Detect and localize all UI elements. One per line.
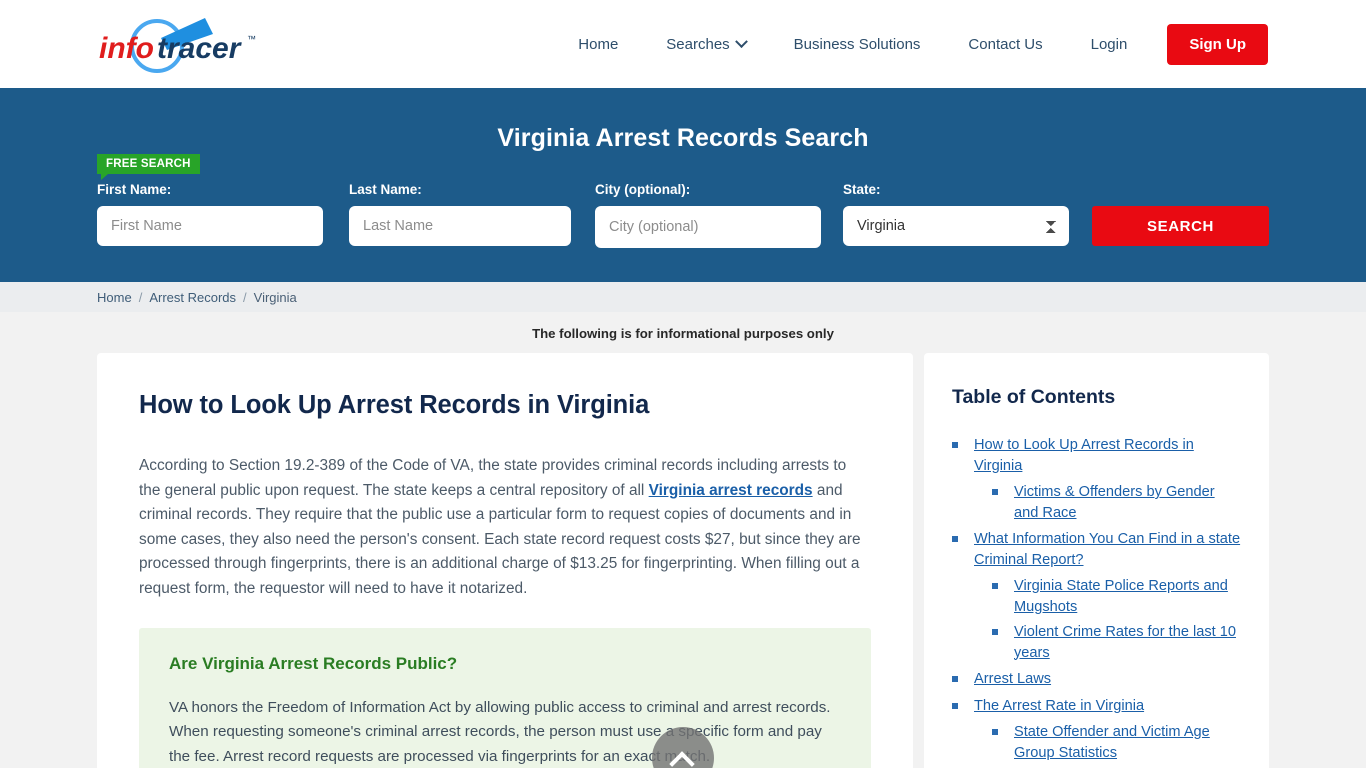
page-title: Virginia Arrest Records Search <box>497 124 869 152</box>
arrest-search-form: First Name: Last Name: City (optional): … <box>97 182 1269 248</box>
free-search-badge: FREE SEARCH <box>97 154 200 180</box>
last-name-field-group: Last Name: <box>349 182 571 246</box>
nav-item-home[interactable]: Home <box>554 26 642 63</box>
main-layout: How to Look Up Arrest Records in Virgini… <box>0 353 1366 768</box>
site-header: info tracer ™ Home Searches Business Sol… <box>0 0 1366 88</box>
nav-label: Contact Us <box>968 35 1043 53</box>
svg-text:tracer: tracer <box>157 32 243 65</box>
nav-item-contact-us[interactable]: Contact Us <box>944 26 1066 63</box>
article-card: How to Look Up Arrest Records in Virgini… <box>97 353 913 768</box>
nav-label: Business Solutions <box>793 35 921 53</box>
callout-heading: Are Virginia Arrest Records Public? <box>169 653 458 673</box>
hero-search-section: Virginia Arrest Records Search FREE SEAR… <box>0 88 1366 282</box>
first-name-label: First Name: <box>97 182 172 197</box>
last-name-input[interactable] <box>349 206 571 246</box>
state-select[interactable]: Virginia <box>843 206 1069 246</box>
toc-sublist: Victims & Offenders by Gender and Race <box>974 482 1241 523</box>
sign-up-button[interactable]: Sign Up <box>1167 23 1268 65</box>
toc-link[interactable]: Arrest Laws <box>974 669 1051 690</box>
table-of-contents-card: Table of Contents How to Look Up Arrest … <box>924 353 1269 768</box>
toc-sublink[interactable]: State Offender and Victim Age Group Stat… <box>1014 722 1241 763</box>
nav-item-business-solutions[interactable]: Business Solutions <box>770 26 945 63</box>
nav-label: Home <box>578 35 619 53</box>
city-label: City (optional): <box>595 182 691 197</box>
toc-sublink[interactable]: Virginia State Police Reports and Mugsho… <box>1014 576 1241 617</box>
toc-subitem: Virginia State Police Reports and Mugsho… <box>992 576 1241 617</box>
svg-text:™: ™ <box>247 34 256 44</box>
page-root: info tracer ™ Home Searches Business Sol… <box>0 0 1366 768</box>
toc-subitem: Victims & Offenders by Gender and Race <box>992 482 1241 523</box>
nav-item-searches[interactable]: Searches <box>642 26 769 63</box>
breadcrumb-home[interactable]: Home <box>97 290 132 305</box>
breadcrumb: Home / Arrest Records / Virginia <box>0 282 1366 312</box>
toc-sublink[interactable]: Violent Crime Rates for the last 10 year… <box>1014 622 1241 663</box>
first-name-field-group: First Name: <box>97 182 323 246</box>
callout-text: VA honors the Freedom of Information Act… <box>169 698 831 765</box>
toc-link[interactable]: What Information You Can Find in a state… <box>974 529 1241 570</box>
breadcrumb-separator: / <box>243 289 247 305</box>
nav-label: Login <box>1090 35 1128 53</box>
city-field-group: City (optional): <box>595 182 821 248</box>
free-search-badge-wrap: FREE SEARCH <box>97 154 200 180</box>
public-records-callout: Are Virginia Arrest Records Public? VA h… <box>139 627 871 768</box>
toc-subitem: Violent Crime Rates for the last 10 year… <box>992 622 1241 663</box>
chevron-down-icon <box>734 34 748 48</box>
toc-sublist: Virginia State Police Reports and Mugsho… <box>974 576 1241 663</box>
article-title: How to Look Up Arrest Records in Virgini… <box>139 391 650 419</box>
toc-title: Table of Contents <box>952 386 1116 408</box>
city-input[interactable] <box>595 206 821 248</box>
state-field-group: State: Virginia <box>843 182 1069 246</box>
toc-link[interactable]: The Arrest Rate in Virginia <box>974 696 1144 717</box>
toc-sublink[interactable]: Victims & Offenders by Gender and Race <box>1014 482 1241 523</box>
first-name-input[interactable] <box>97 206 323 246</box>
toc-item: The Arrest Rate in Virginia State Offend… <box>952 696 1241 768</box>
main-navigation: Home Searches Business Solutions Contact… <box>554 23 1366 65</box>
nav-label: Searches <box>666 35 730 53</box>
article-intro-paragraph: According to Section 19.2-389 of the Cod… <box>139 454 871 602</box>
toc-item: How to Look Up Arrest Records in Virgini… <box>952 435 1241 523</box>
toc-list: How to Look Up Arrest Records in Virgini… <box>952 435 1241 768</box>
infotracer-logo[interactable]: info tracer ™ <box>97 14 262 74</box>
toc-item: Arrest Laws <box>952 669 1241 690</box>
virginia-arrest-records-link[interactable]: Virginia arrest records <box>649 482 813 499</box>
state-label: State: <box>843 182 881 197</box>
nav-item-login[interactable]: Login <box>1067 26 1152 63</box>
search-button[interactable]: SEARCH <box>1092 206 1269 246</box>
breadcrumb-current: Virginia <box>253 289 297 305</box>
toc-link[interactable]: How to Look Up Arrest Records in Virgini… <box>974 435 1241 476</box>
informational-notice: The following is for informational purpo… <box>0 312 1366 353</box>
breadcrumb-arrest-records[interactable]: Arrest Records <box>149 290 236 305</box>
toc-sublist: State Offender and Victim Age Group Stat… <box>974 722 1241 768</box>
chevron-up-icon <box>669 751 695 768</box>
toc-item: What Information You Can Find in a state… <box>952 529 1241 663</box>
last-name-label: Last Name: <box>349 182 422 197</box>
toc-subitem: State Offender and Victim Age Group Stat… <box>992 722 1241 763</box>
svg-text:info: info <box>99 32 154 65</box>
breadcrumb-separator: / <box>138 289 143 305</box>
